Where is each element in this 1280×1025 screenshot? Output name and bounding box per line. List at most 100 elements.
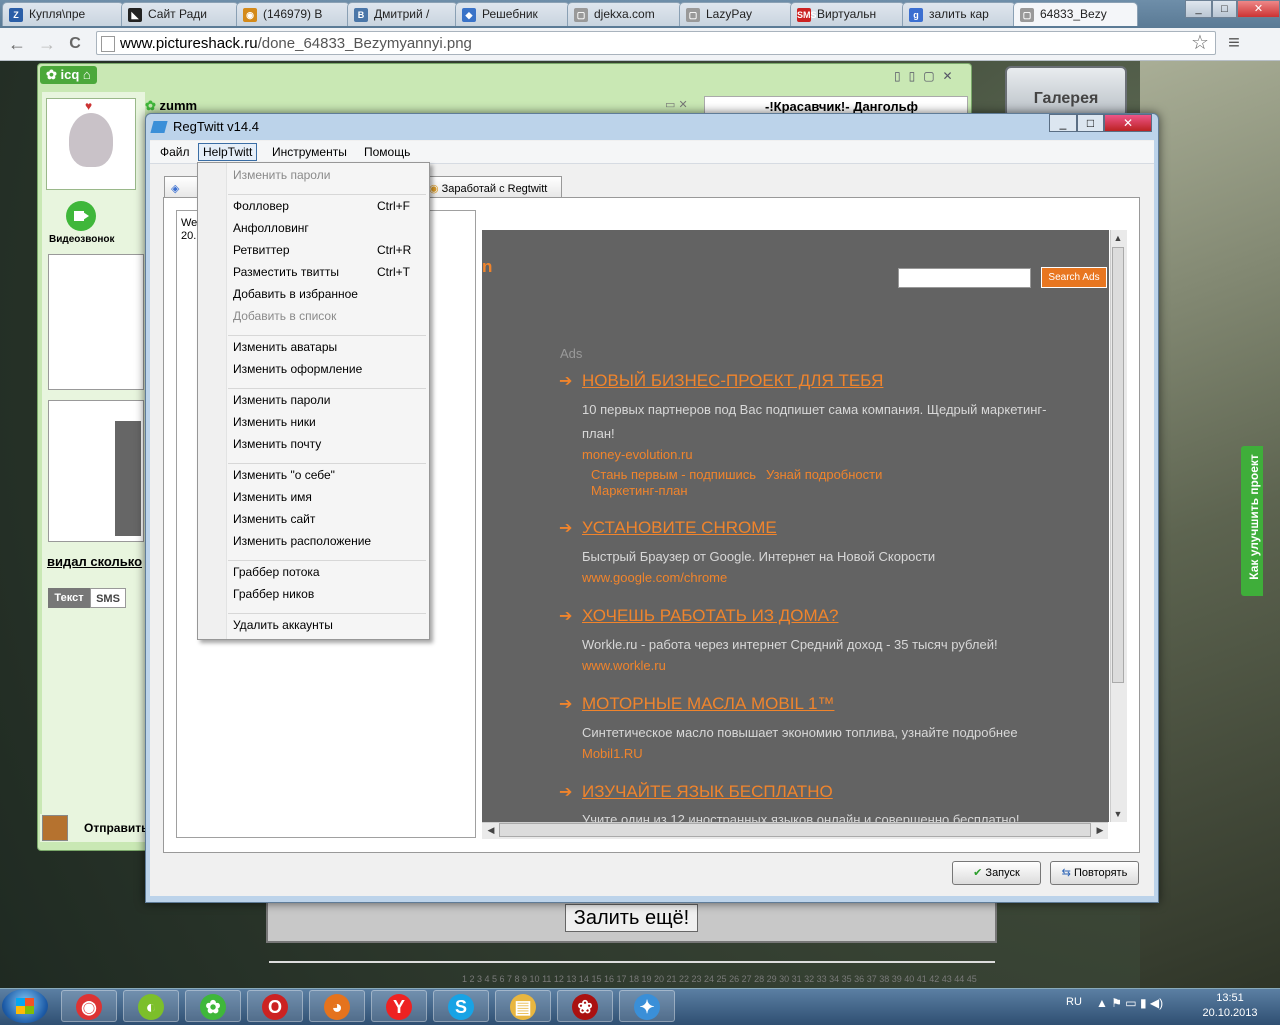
menu-item[interactable]: Граббер ников xyxy=(233,587,314,601)
ad-sitelink[interactable]: Маркетинг-план xyxy=(591,483,688,498)
reload-icon[interactable]: C xyxy=(64,34,86,54)
menu-item[interactable]: Изменить сайт xyxy=(233,512,315,526)
menu-separator xyxy=(228,194,426,195)
menu-item[interactable]: Удалить аккаунты xyxy=(233,618,333,632)
ad-url[interactable]: money-evolution.ru xyxy=(582,447,693,462)
taskbar-yandex-button[interactable]: Y xyxy=(371,990,427,1022)
taskbar-explorer-button[interactable]: ▤ xyxy=(495,990,551,1022)
horizontal-scroll-thumb[interactable] xyxy=(499,823,1091,837)
close-button[interactable]: ✕ xyxy=(1104,114,1152,132)
taskbar-skype-button[interactable]: S xyxy=(433,990,489,1022)
forward-icon[interactable]: → xyxy=(36,34,58,54)
upload-more-button[interactable]: Залить ещё! xyxy=(565,904,698,932)
search-input[interactable] xyxy=(898,268,1031,288)
menu-item[interactable]: Граббер потока xyxy=(233,565,320,579)
start-button[interactable] xyxy=(2,989,48,1023)
tab-favicon-icon: ▢ xyxy=(686,8,700,22)
scroll-up-icon[interactable]: ▲ xyxy=(1111,231,1125,245)
gallery-button[interactable]: Галерея xyxy=(1005,66,1127,118)
taskbar-firefox-button[interactable]: ◕ xyxy=(309,990,365,1022)
search-ads-button[interactable]: Search Ads xyxy=(1041,267,1107,288)
tab-sms[interactable]: SMS xyxy=(90,588,126,608)
ad-headline[interactable]: МОТОРНЫЕ МАСЛА MOBIL 1™ xyxy=(582,694,834,714)
browser-tab[interactable]: g залить кар xyxy=(902,2,1016,26)
image-thumbnail[interactable] xyxy=(48,254,144,390)
ad-url[interactable]: www.google.com/chrome xyxy=(582,570,727,585)
tab-earn[interactable]: ◉ Заработай с Regtwitt xyxy=(422,176,562,198)
video-call-icon[interactable] xyxy=(66,201,96,231)
vertical-scroll-thumb[interactable] xyxy=(1112,247,1124,683)
browser-tab[interactable]: Z Купля\пре xyxy=(2,2,124,26)
browser-tab[interactable]: ◉ (146979) В xyxy=(236,2,350,26)
taskbar-opera-button[interactable]: O xyxy=(247,990,303,1022)
taskbar-paw-button[interactable]: ❀ xyxy=(557,990,613,1022)
menu-file[interactable]: Файл xyxy=(160,145,190,159)
browser-tab[interactable]: ◣ Сайт Ради xyxy=(121,2,239,26)
send-button[interactable]: Отправить xyxy=(84,821,148,835)
ad-headline[interactable]: ХОЧЕШЬ РАБОТАТЬ ИЗ ДОМА? xyxy=(582,606,838,626)
ad-url[interactable]: Mobil1.RU xyxy=(582,746,643,761)
pagination[interactable]: 1 2 3 4 5 6 7 8 9 10 11 12 13 14 15 16 1… xyxy=(462,974,977,984)
menu-item[interactable]: Ретвиттер xyxy=(233,243,290,257)
taskbar-app-leaf-button[interactable]: ◐ xyxy=(123,990,179,1022)
start-button[interactable]: ✔ Запуск xyxy=(952,861,1041,885)
tray-icons[interactable]: ▲ ⚑ ▭ ▮ ◀) xyxy=(1096,996,1163,1010)
improve-project-tab[interactable]: Как улучшить проект xyxy=(1241,446,1263,596)
tab-favicon-icon: В xyxy=(354,8,368,22)
menu-item[interactable]: Изменить ники xyxy=(233,415,316,429)
close-window-button[interactable]: ✕ xyxy=(1237,0,1280,18)
image-thumbnail[interactable] xyxy=(48,400,144,542)
menu-helptwitt[interactable]: HelpTwitt xyxy=(198,143,258,161)
minimize-button[interactable]: _ xyxy=(1185,0,1212,18)
menu-item[interactable]: Разместить твитты xyxy=(233,265,339,279)
ad-headline[interactable]: УСТАНОВИТЕ CHROME xyxy=(582,518,777,538)
menu-tools[interactable]: Инструменты xyxy=(272,145,347,159)
menu-item[interactable]: Изменить аватары xyxy=(233,340,337,354)
menu-item[interactable]: Изменить оформление xyxy=(233,362,362,376)
ad-url[interactable]: www.workle.ru xyxy=(582,658,666,673)
ad-sitelink[interactable]: Стань первым - подпишись xyxy=(591,467,756,482)
back-icon[interactable]: ← xyxy=(6,34,28,54)
page-icon xyxy=(101,36,115,52)
ad-sitelink[interactable]: Узнай подробности xyxy=(766,467,882,482)
message-link[interactable]: видал сколько xyxy=(47,554,142,569)
tab-text[interactable]: Текст xyxy=(48,588,90,608)
taskbar-icq-button[interactable]: ✿ xyxy=(185,990,241,1022)
video-call-label[interactable]: Видеозвонок xyxy=(49,234,115,245)
scroll-right-icon[interactable]: ▶ xyxy=(1093,823,1107,837)
minimize-button[interactable]: _ xyxy=(1049,114,1077,132)
ad-headline[interactable]: НОВЫЙ БИЗНЕС-ПРОЕКТ ДЛЯ ТЕБЯ xyxy=(582,371,883,391)
ad-headline[interactable]: ИЗУЧАЙТЕ ЯЗЫК БЕСПЛАТНО xyxy=(582,782,833,802)
menu-item[interactable]: Изменить "о себе" xyxy=(233,468,335,482)
language-indicator[interactable]: RU xyxy=(1066,996,1082,1008)
browser-tab[interactable]: SMS Виртуальн xyxy=(790,2,905,26)
menu-item[interactable]: Анфолловинг xyxy=(233,221,309,235)
contact-controls[interactable]: ▭ ✕ xyxy=(665,98,688,111)
menu-item[interactable]: Изменить имя xyxy=(233,490,312,504)
menu-help[interactable]: Помощь xyxy=(364,145,410,159)
browser-tab[interactable]: ▢ djekxa.com xyxy=(567,2,682,26)
browser-tab[interactable]: ◆ Решебник xyxy=(455,2,570,26)
taskbar-regtwitt-button[interactable]: ✦ xyxy=(619,990,675,1022)
menu-item[interactable]: Изменить почту xyxy=(233,437,321,451)
menu-item[interactable]: Изменить расположение xyxy=(233,534,371,548)
repeat-button[interactable]: ⇆ Повторять xyxy=(1050,861,1139,885)
taskbar-chrome-button[interactable]: ◉ xyxy=(61,990,117,1022)
tab-main[interactable]: ◈ xyxy=(164,176,198,198)
browser-tab[interactable]: ▢ 64833_Bezy xyxy=(1013,2,1138,26)
menu-item[interactable]: Фолловер xyxy=(233,199,289,213)
star-icon[interactable]: ☆ xyxy=(1189,33,1211,53)
maximize-button[interactable]: □ xyxy=(1212,0,1237,18)
scroll-down-icon[interactable]: ▼ xyxy=(1111,807,1125,821)
tab-label: Решебник xyxy=(482,7,538,21)
menu-item[interactable]: Изменить пароли xyxy=(233,393,330,407)
maximize-button[interactable]: □ xyxy=(1077,114,1104,132)
menu-item[interactable]: Добавить в избранное xyxy=(233,287,358,301)
ad-text: план! xyxy=(582,426,615,441)
browser-tab[interactable]: В Дмитрий / xyxy=(347,2,458,26)
menu-icon[interactable]: ≡ xyxy=(1223,33,1245,53)
clock[interactable]: 13:51 20.10.2013 xyxy=(1202,991,1258,1021)
scroll-left-icon[interactable]: ◀ xyxy=(484,823,498,837)
browser-tab[interactable]: ▢ LazyPay xyxy=(679,2,793,26)
icq-window-controls[interactable]: ▯▯▢✕ xyxy=(894,69,964,83)
